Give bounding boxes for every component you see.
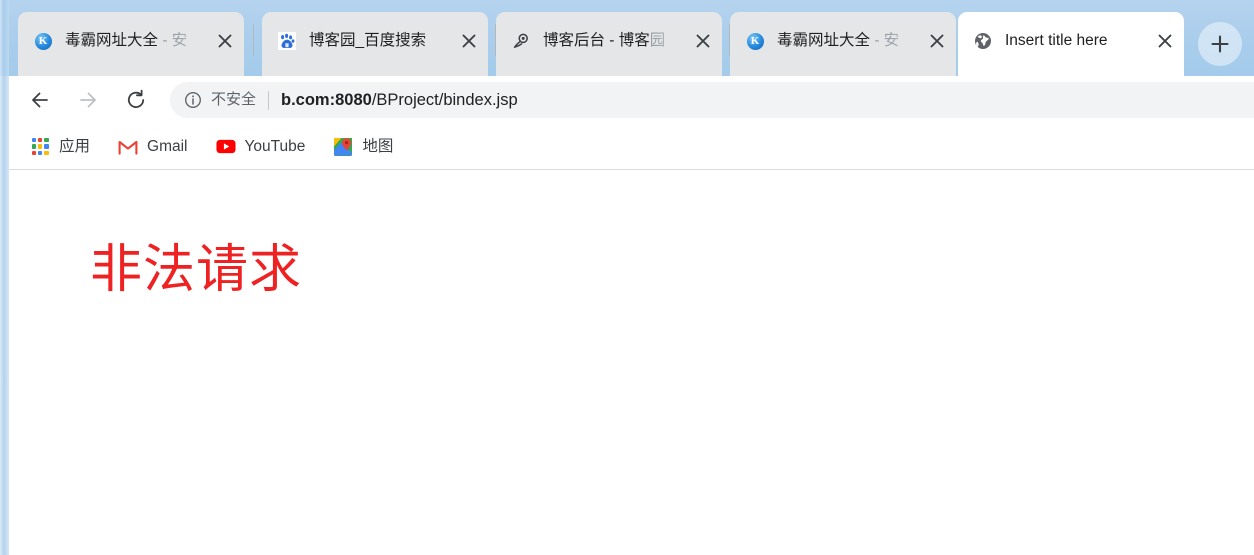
browser-window: K 毒霸网址大全 - 安 博客园_百度搜索 博客后台 - 博客园 K 毒霸网址大… <box>0 0 1254 555</box>
reload-icon <box>127 89 145 108</box>
browser-tab-2[interactable]: 博客园_百度搜索 <box>262 12 488 76</box>
apps-grid-icon <box>30 137 50 157</box>
browser-tab-3[interactable]: 博客后台 - 博客园 <box>496 12 722 76</box>
address-bar[interactable]: 不安全 b.com:8080/BProject/bindex.jsp <box>170 82 1254 118</box>
baidu-paw-icon <box>278 32 296 50</box>
page-viewport: 非法请求 <box>0 170 1254 555</box>
url-text: b.com:8080/BProject/bindex.jsp <box>281 91 518 109</box>
arrow-left-icon <box>32 92 48 108</box>
tab-title-3: 博客后台 - 博客园 <box>543 32 666 49</box>
kingsoft-k-icon: K <box>34 32 52 50</box>
tab-title-5: Insert title here <box>1005 32 1108 49</box>
browser-tab-1[interactable]: K 毒霸网址大全 - 安 <box>18 12 244 76</box>
browser-toolbar: 不安全 b.com:8080/BProject/bindex.jsp <box>0 76 1254 124</box>
browser-tab-4[interactable]: K 毒霸网址大全 - 安 <box>730 12 956 76</box>
tab-strip: K 毒霸网址大全 - 安 博客园_百度搜索 博客后台 - 博客园 K 毒霸网址大… <box>0 0 1254 76</box>
tab-separator-3 <box>729 24 730 56</box>
browser-tab-5-active[interactable]: Insert title here <box>958 12 1184 76</box>
omnibox-divider <box>268 90 270 110</box>
tab-separator-1 <box>253 24 254 56</box>
new-tab-button[interactable] <box>1198 22 1242 66</box>
bookmark-youtube[interactable]: YouTube <box>208 132 314 162</box>
google-maps-pin-icon <box>333 137 353 157</box>
bookmark-label-maps: 地图 <box>362 137 394 155</box>
cnblogs-icon <box>512 32 530 50</box>
bookmark-label-apps: 应用 <box>59 137 91 155</box>
bookmark-apps[interactable]: 应用 <box>22 132 98 162</box>
bookmark-gmail[interactable]: Gmail <box>110 132 195 162</box>
bookmark-maps[interactable]: 地图 <box>325 132 401 162</box>
back-button[interactable] <box>22 82 58 118</box>
tab-close-button-1[interactable] <box>212 28 238 54</box>
arrow-right-icon <box>80 92 96 108</box>
tab-title-2: 博客园_百度搜索 <box>309 32 427 49</box>
bookmark-label-gmail: Gmail <box>147 137 188 155</box>
security-status-label: 不安全 <box>211 91 257 108</box>
kingsoft-k-icon: K <box>746 32 764 50</box>
page-message-text: 非法请求 <box>90 240 303 300</box>
gmail-m-icon <box>118 137 138 157</box>
plus-icon <box>1211 35 1229 53</box>
bookmarks-bar: 应用 Gmail YouTube 地图 <box>0 124 1254 170</box>
tab-close-button-5[interactable] <box>1152 28 1178 54</box>
reload-button[interactable] <box>118 82 154 118</box>
tab-separator-2 <box>495 24 496 56</box>
info-circle-icon[interactable] <box>184 91 202 109</box>
tab-title-1: 毒霸网址大全 - 安 <box>65 32 188 49</box>
tab-close-button-4[interactable] <box>924 28 950 54</box>
tab-close-button-2[interactable] <box>456 28 482 54</box>
globe-icon <box>974 32 992 50</box>
tab-close-button-3[interactable] <box>690 28 716 54</box>
forward-button[interactable] <box>70 82 106 118</box>
youtube-play-icon <box>215 137 236 157</box>
tab-title-4: 毒霸网址大全 - 安 <box>777 32 900 49</box>
bookmark-label-youtube: YouTube <box>244 137 306 155</box>
